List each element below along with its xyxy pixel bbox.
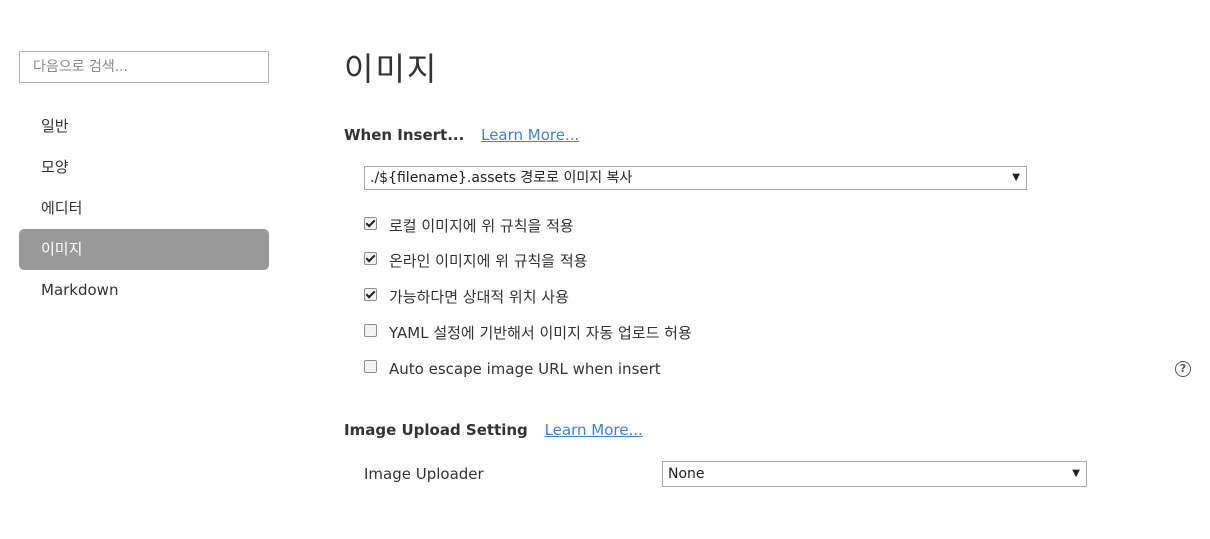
option-apply-local[interactable]: 로컬 이미지에 위 규칙을 적용 — [364, 216, 574, 236]
option-label: 온라인 이미지에 위 규칙을 적용 — [389, 252, 588, 270]
insert-action-select[interactable]: ./${filename}.assets 경로로 이미지 복사 ▼ — [364, 166, 1027, 190]
sidebar-item-image[interactable]: 이미지 — [19, 229, 269, 270]
checkbox-auto-escape[interactable] — [364, 360, 377, 373]
checkbox-yaml-upload[interactable] — [364, 324, 377, 337]
image-uploader-label: Image Uploader — [364, 465, 484, 483]
main-panel: 이미지 When Insert... Learn More... ./${fil… — [344, 0, 1194, 539]
option-apply-online[interactable]: 온라인 이미지에 위 규칙을 적용 — [364, 251, 587, 271]
when-insert-learn-more-link[interactable]: Learn More... — [481, 126, 579, 144]
chevron-down-icon: ▼ — [1012, 172, 1020, 183]
upload-setting-label: Image Upload Setting — [344, 421, 528, 439]
when-insert-header: When Insert... Learn More... — [344, 126, 579, 144]
preferences-window: 일반 모양 에디터 이미지 Markdown 이미지 When Insert..… — [0, 0, 1210, 539]
option-yaml-upload[interactable]: YAML 설정에 기반해서 이미지 자동 업로드 허용 — [364, 323, 692, 343]
chevron-down-icon: ▼ — [1072, 468, 1080, 479]
image-uploader-select-value: None — [668, 466, 705, 482]
sidebar-item-markdown[interactable]: Markdown — [19, 270, 269, 311]
insert-action-select-value: ./${filename}.assets 경로로 이미지 복사 — [370, 170, 633, 186]
sidebar-item-general[interactable]: 일반 — [19, 106, 269, 147]
upload-setting-header: Image Upload Setting Learn More... — [344, 421, 643, 439]
option-auto-escape[interactable]: Auto escape image URL when insert — [364, 359, 661, 379]
image-uploader-select[interactable]: None ▼ — [662, 461, 1087, 487]
option-label: Auto escape image URL when insert — [389, 360, 661, 378]
option-label: 가능하다면 상대적 위치 사용 — [389, 288, 569, 306]
sidebar-nav: 일반 모양 에디터 이미지 Markdown — [19, 106, 269, 311]
sidebar: 일반 모양 에디터 이미지 Markdown — [19, 51, 269, 311]
question-circle-icon[interactable]: ? — [1175, 361, 1191, 377]
checkbox-apply-local[interactable] — [364, 217, 377, 230]
option-label: 로컬 이미지에 위 규칙을 적용 — [389, 217, 574, 235]
sidebar-item-appearance[interactable]: 모양 — [19, 147, 269, 188]
upload-learn-more-link[interactable]: Learn More... — [545, 421, 643, 439]
checkbox-relative-path[interactable] — [364, 288, 377, 301]
sidebar-item-editor[interactable]: 에디터 — [19, 188, 269, 229]
search-input[interactable] — [19, 51, 269, 83]
option-relative-path[interactable]: 가능하다면 상대적 위치 사용 — [364, 287, 569, 307]
when-insert-label: When Insert... — [344, 126, 465, 144]
page-title: 이미지 — [344, 50, 439, 88]
option-label: YAML 설정에 기반해서 이미지 자동 업로드 허용 — [389, 324, 692, 342]
checkbox-apply-online[interactable] — [364, 252, 377, 265]
